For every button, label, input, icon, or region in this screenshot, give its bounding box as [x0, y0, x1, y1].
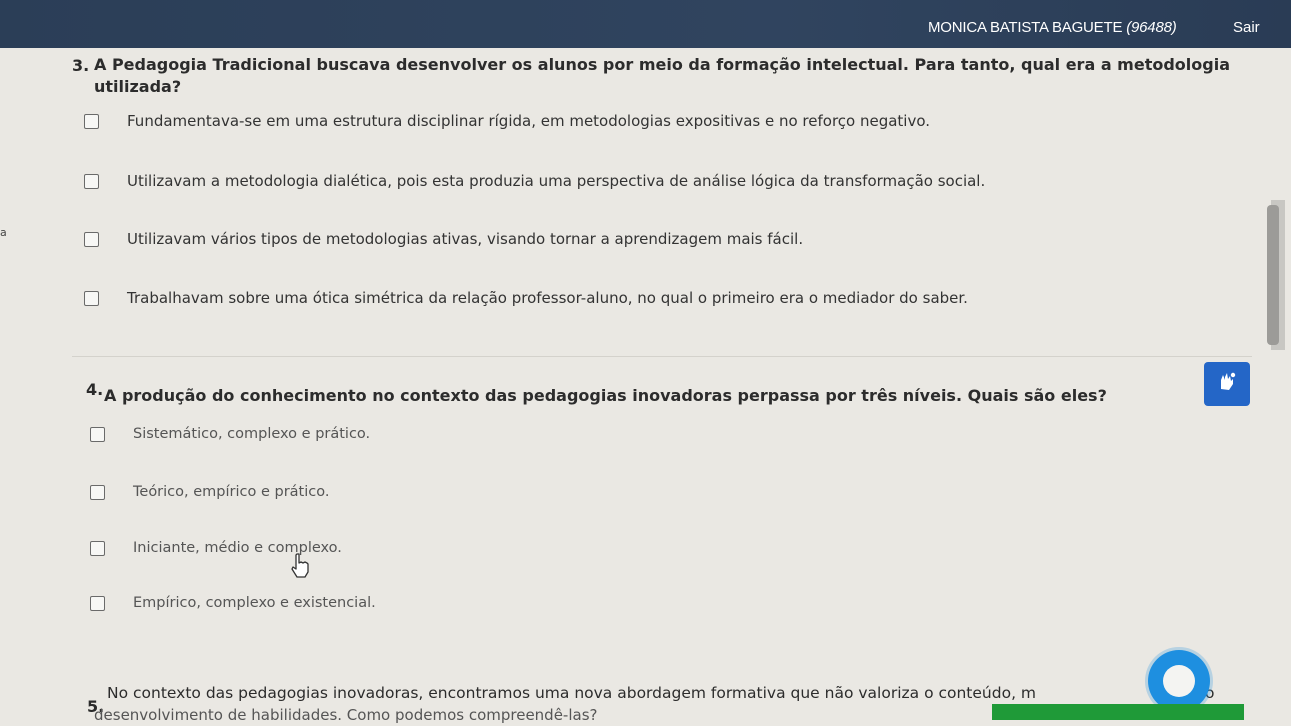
answer-option[interactable]: Fundamentava-se em uma estrutura discipl…	[84, 110, 930, 132]
question-number: 3.	[72, 56, 90, 75]
question-text-line2: desenvolvimento de habilidades. Como pod…	[94, 706, 598, 724]
user-name-text: MONICA BATISTA BAGUETE	[928, 19, 1123, 36]
user-id: (96488)	[1126, 19, 1177, 36]
top-header-bar: MONICA BATISTA BAGUETE (96488) Sair	[0, 0, 1291, 48]
option-checkbox[interactable]	[84, 113, 99, 129]
answer-option[interactable]: Utilizavam a metodologia dialética, pois…	[84, 170, 985, 192]
option-label: Utilizavam a metodologia dialética, pois…	[127, 172, 986, 190]
logout-link[interactable]: Sair	[1233, 19, 1260, 36]
option-label: Teórico, empírico e prático.	[133, 484, 330, 500]
chat-button[interactable]	[1148, 650, 1210, 712]
option-checkbox[interactable]	[90, 426, 105, 442]
option-checkbox[interactable]	[84, 290, 99, 306]
option-label: Trabalhavam sobre uma ótica simétrica da…	[127, 289, 968, 307]
sign-language-icon	[1214, 369, 1240, 399]
option-label: Utilizavam vários tipos de metodologias …	[127, 230, 804, 248]
question-number: 4.	[86, 380, 104, 399]
chat-icon	[1163, 665, 1195, 697]
green-action-bar[interactable]	[992, 704, 1244, 720]
answer-option[interactable]: Teórico, empírico e prático.	[90, 481, 329, 503]
hand-pointer-icon	[288, 551, 314, 583]
option-checkbox[interactable]	[84, 231, 99, 247]
answer-option[interactable]: Utilizavam vários tipos de metodologias …	[84, 228, 803, 250]
accessibility-button[interactable]	[1204, 362, 1250, 406]
option-label: Empírico, complexo e existencial.	[133, 595, 376, 611]
option-checkbox[interactable]	[90, 595, 105, 611]
answer-option[interactable]: Sistemático, complexo e prático.	[90, 423, 370, 445]
left-edge-marker: a	[0, 226, 7, 239]
option-label: Sistemático, complexo e prático.	[133, 426, 371, 442]
option-checkbox[interactable]	[90, 484, 105, 500]
option-checkbox[interactable]	[90, 540, 105, 556]
question-text-line1: A Pedagogia Tradicional buscava desenvol…	[94, 55, 1230, 74]
question-text: A Pedagogia Tradicional buscava desenvol…	[94, 54, 1230, 98]
option-checkbox[interactable]	[84, 173, 99, 189]
question-text-line2: utilizada?	[94, 77, 182, 96]
user-name: MONICA BATISTA BAGUETE (96488)	[928, 19, 1177, 36]
question-text-line1: No contexto das pedagogias inovadoras, e…	[107, 684, 1037, 702]
answer-option[interactable]: Trabalhavam sobre uma ótica simétrica da…	[84, 287, 968, 309]
question-text: A produção do conhecimento no contexto d…	[104, 386, 1107, 405]
option-label: Fundamentava-se em uma estrutura discipl…	[127, 112, 931, 130]
answer-option[interactable]: Empírico, complexo e existencial.	[90, 592, 376, 614]
question-divider	[72, 356, 1252, 357]
scrollbar-thumb[interactable]	[1267, 205, 1279, 345]
